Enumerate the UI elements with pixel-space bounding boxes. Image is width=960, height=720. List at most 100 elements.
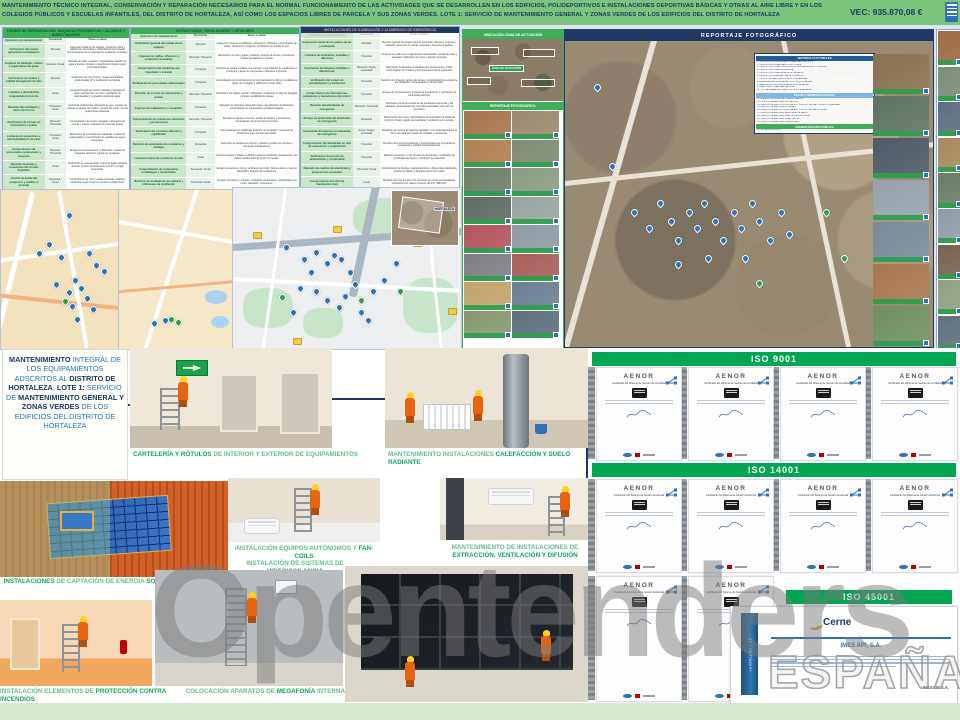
tasks-cell: Desconexión de la red y comprobación de … [380, 114, 459, 126]
decor [903, 411, 927, 418]
frequency-cell: Semestral / Anual [45, 175, 66, 189]
decor [910, 502, 921, 503]
table-row: Sustitución de lámparas fundidas o defec… [301, 63, 459, 76]
aerial-map: ZONA DE ACTUACIÓN [463, 39, 563, 101]
photo-thumb [938, 173, 960, 207]
panel-ubicacion: UBICACIÓN ZONA DE ACTUACIÓN ZONA DE ACTU… [462, 29, 564, 350]
table-row: Verificación de presostatos diferenciale… [131, 76, 299, 89]
iqnet-logo [623, 453, 632, 458]
photo-index-badge [553, 246, 559, 252]
decor [950, 382, 953, 385]
decor [726, 392, 737, 393]
decor [666, 488, 678, 497]
decor [627, 523, 651, 530]
decor [858, 494, 861, 497]
photo-index-badge [505, 332, 511, 338]
frequency-cell: Trimestral [353, 152, 380, 164]
photo-caption-bar [873, 173, 929, 178]
operation-cell: Verificación del estado general de la in… [3, 44, 45, 58]
tasks-cell: Sustitución preventiva de baterías agota… [380, 127, 459, 139]
decor [0, 192, 35, 347]
table-row: Inspección visual de los puntos de luz y… [301, 38, 459, 51]
certificate-line [881, 400, 949, 401]
photo-thumb [512, 311, 559, 339]
table-row: Sustitución de baterías en luminarias de… [301, 126, 459, 139]
photo-thumb [938, 280, 960, 314]
decor [471, 47, 499, 55]
photo-index-badge [553, 161, 559, 167]
tasks-cell: Control de rodamientos, alineación de ej… [66, 102, 129, 116]
frequency-cell: Trimestral [353, 77, 380, 89]
frequency-cell: Semestral [186, 140, 214, 152]
decor [910, 504, 921, 505]
map-pin [737, 223, 747, 233]
decor [942, 494, 945, 497]
decor [118, 219, 234, 246]
decor [758, 376, 770, 385]
table-row: Limpieza de serpentines e intercambiador… [3, 131, 129, 146]
map-pin [685, 208, 695, 218]
map-pin [64, 287, 74, 297]
tasks-cell: Revisión de la correcta ubicación y func… [380, 140, 459, 152]
photo-thumb [464, 111, 511, 139]
tasks-cell: Reposición de lámparas incandescentes, f… [380, 64, 459, 76]
photo-thumb [464, 311, 511, 339]
photo-index-badge [956, 201, 960, 207]
decor [858, 489, 861, 492]
decor [719, 523, 743, 530]
map-pin [766, 235, 776, 245]
decor [183, 365, 201, 371]
certificate-seal [724, 388, 739, 399]
photo-caption-bar [873, 131, 929, 136]
table-row: Limpieza de luminarias, pantallas y difu… [301, 50, 459, 63]
decor [521, 79, 555, 87]
tasks-cell: Comprobación de tensión, desgaste y alin… [66, 117, 129, 131]
table-row: Revisión de aislamiento de conductos y a… [131, 139, 299, 152]
operation-cell: Verificación general del estado de los e… [131, 40, 186, 52]
tasks-cell: Aplicación de lubricante adecuado según … [215, 102, 299, 114]
photo-index-badge [505, 275, 511, 281]
table-estructuras-ventiladores: ESTRUCTURAS, VENTILADORES Y DIFUSORESOpe… [130, 27, 300, 190]
frequency-cell: Mensual [353, 39, 380, 51]
operation-cell: Comprobación de compuertas cortafuegos y… [131, 165, 186, 177]
decor [244, 518, 280, 534]
table-row: Revisión de cuadros de alumbrado y prote… [301, 164, 459, 177]
signature [597, 406, 681, 424]
header-title-line2: COLEGIOS PÚBLICOS Y ESCUELAS INFANTILES,… [2, 11, 842, 20]
decor [467, 77, 491, 85]
decor [634, 390, 645, 391]
tasks-cell: Medición de tensión en los circuitos de … [380, 152, 459, 164]
decor [473, 396, 483, 414]
decor [726, 390, 737, 391]
decor [78, 622, 88, 640]
frequency-cell: Semestral / Anual [186, 165, 214, 177]
map-pin [674, 235, 684, 245]
map-pin [755, 217, 765, 227]
photo-index-badge [923, 172, 929, 178]
decor [666, 376, 678, 385]
map-pin [593, 82, 603, 92]
certificate-line [605, 400, 673, 401]
certificate-footer-logos [873, 453, 957, 458]
photo-thumb [873, 96, 929, 136]
decor [902, 410, 928, 419]
certificate-line [789, 515, 857, 516]
certificate-line [697, 403, 765, 404]
footer-text-bar [643, 454, 655, 456]
decor [423, 404, 471, 430]
operation-cell: Sustitución de baterías en luminarias de… [301, 127, 353, 139]
frequency-cell: Trimestral [186, 77, 214, 89]
legend-item: 21. JUNTA DE DISTRITO [756, 129, 873, 132]
iso-9001-bar: ISO 9001 [592, 352, 956, 366]
photo-thumb [464, 225, 511, 253]
photo-index-badge [923, 298, 929, 304]
table-row: Revisión de juntas y conexiones del circ… [3, 160, 129, 175]
decor [211, 316, 229, 328]
satellite-map: CENTROS CULTURALES1. CENTRO DE INTERPRET… [565, 41, 933, 347]
photo-thumb [512, 140, 559, 168]
frequency-cell: Mensual / Trimestral [353, 102, 380, 114]
decor [818, 390, 829, 391]
operation-cell: Engrase de rodamientos y casquillos [131, 102, 186, 114]
decor [942, 488, 954, 497]
photo-index-badge [505, 218, 511, 224]
